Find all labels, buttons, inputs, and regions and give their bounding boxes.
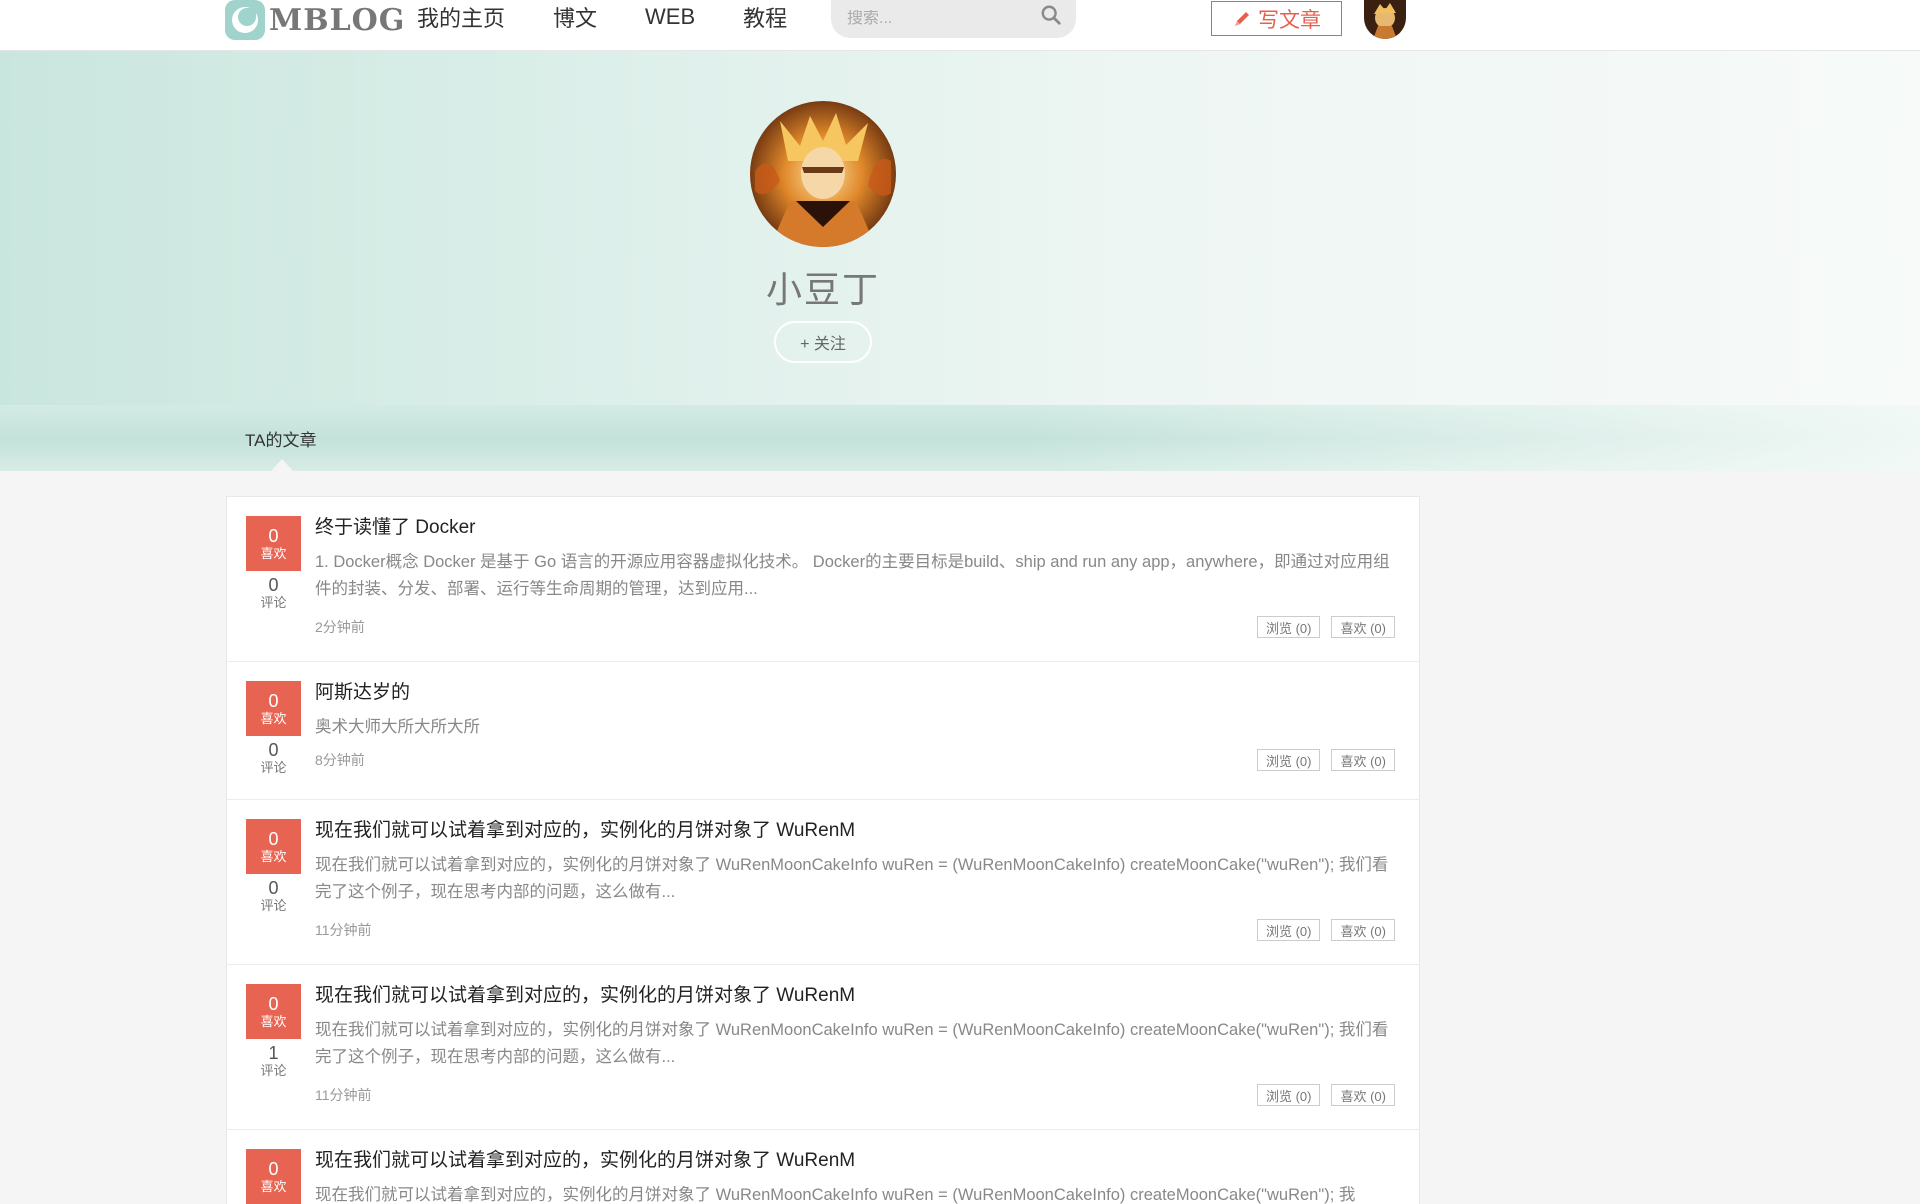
profile-banner: 小豆丁 + 关注 (0, 51, 1920, 405)
post-body: 现在我们就可以试着拿到对应的，实例化的月饼对象了 WuRenM 现在我们就可以试… (315, 965, 1419, 1109)
post-actions: 浏览 (0) 喜欢 (0) (1256, 749, 1395, 771)
top-header: MBLOG 我的主页 博文 WEB 教程 写文章 (0, 0, 1920, 51)
post-body: 现在我们就可以试着拿到对应的，实例化的月饼对象了 WuRenM 现在我们就可以试… (315, 800, 1419, 944)
post-item: 0 喜欢 0 评论 阿斯达岁的 奥术大师大所大所大所 8分钟前 浏览 (0) 喜… (227, 662, 1419, 800)
comments-label: 评论 (260, 1063, 287, 1078)
comments-count: 0 (268, 878, 279, 898)
comments-count: 1 (268, 1043, 279, 1063)
post-title[interactable]: 阿斯达岁的 (315, 679, 1395, 707)
views-chip[interactable]: 浏览 (0) (1256, 1084, 1321, 1106)
profile-name: 小豆丁 (765, 269, 880, 310)
comments-count: 0 (268, 740, 279, 760)
comments-count: 0 (268, 575, 279, 595)
post-title[interactable]: 现在我们就可以试着拿到对应的，实例化的月饼对象了 WuRenM (315, 817, 1395, 845)
likes-label: 喜欢 (260, 848, 287, 864)
likes-label: 喜欢 (260, 710, 287, 726)
likes-count: 0 (268, 993, 279, 1014)
post-stats: 0 喜欢 (246, 1149, 301, 1204)
post-meta: 11分钟前 浏览 (0) 喜欢 (0) (315, 916, 1395, 944)
likes-count: 0 (268, 525, 279, 546)
likes-chip[interactable]: 喜欢 (0) (1331, 1084, 1395, 1106)
main-nav: 我的主页 博文 WEB 教程 (417, 0, 835, 34)
write-article-button[interactable]: 写文章 (1211, 1, 1342, 36)
post-body: 阿斯达岁的 奥术大师大所大所大所 8分钟前 浏览 (0) 喜欢 (0) (315, 662, 1419, 774)
search-input[interactable] (831, 10, 1036, 28)
post-time: 8分钟前 (315, 752, 365, 768)
like-counter[interactable]: 0 喜欢 (246, 984, 301, 1039)
likes-chip[interactable]: 喜欢 (0) (1331, 749, 1395, 771)
active-tab-caret (271, 459, 293, 471)
post-actions: 浏览 (0) 喜欢 (0) (1256, 919, 1395, 941)
views-chip[interactable]: 浏览 (0) (1256, 749, 1321, 771)
post-meta: 8分钟前 浏览 (0) 喜欢 (0) (315, 746, 1395, 774)
pencil-icon (1235, 11, 1249, 26)
follow-button[interactable]: + 关注 (774, 321, 872, 363)
post-body: 现在我们就可以试着拿到对应的，实例化的月饼对象了 WuRenM 现在我们就可以试… (315, 1130, 1419, 1204)
post-summary: 现在我们就可以试着拿到对应的，实例化的月饼对象了 WuRenMoonCakeIn… (315, 1021, 1389, 1066)
nav-tutorials[interactable]: 教程 (743, 1, 787, 33)
post-body: 终于读懂了 Docker 1. Docker概念 Docker 是基于 Go 语… (315, 497, 1419, 641)
likes-chip[interactable]: 喜欢 (0) (1331, 919, 1395, 941)
post-item: 0 喜欢 0 评论 终于读懂了 Docker 1. Docker概念 Docke… (227, 497, 1419, 662)
like-counter[interactable]: 0 喜欢 (246, 681, 301, 736)
nav-web[interactable]: WEB (645, 4, 695, 30)
profile-avatar-image (750, 101, 896, 247)
likes-label: 喜欢 (260, 545, 287, 561)
post-summary: 现在我们就可以试着拿到对应的，实例化的月饼对象了 WuRenMoonCakeIn… (315, 1186, 1356, 1204)
post-time: 11分钟前 (315, 1087, 372, 1103)
post-title[interactable]: 现在我们就可以试着拿到对应的，实例化的月饼对象了 WuRenM (315, 982, 1395, 1010)
search-box (831, 0, 1076, 38)
likes-label: 喜欢 (260, 1013, 287, 1029)
post-list: 0 喜欢 0 评论 终于读懂了 Docker 1. Docker概念 Docke… (226, 496, 1420, 1204)
views-chip[interactable]: 浏览 (0) (1256, 919, 1321, 941)
search-icon[interactable] (1040, 4, 1062, 26)
post-summary: 现在我们就可以试着拿到对应的，实例化的月饼对象了 WuRenMoonCakeIn… (315, 856, 1389, 901)
likes-count: 0 (268, 1158, 279, 1179)
post-summary: 奥术大师大所大所大所 (315, 718, 480, 736)
profile-avatar (750, 101, 896, 247)
post-time: 2分钟前 (315, 619, 365, 635)
site-logo[interactable]: MBLOG (225, 0, 405, 40)
post-item: 0 喜欢 0 评论 现在我们就可以试着拿到对应的，实例化的月饼对象了 WuRen… (227, 800, 1419, 965)
logo-icon (225, 0, 265, 40)
write-article-label: 写文章 (1258, 8, 1321, 32)
comments-label: 评论 (260, 760, 287, 775)
post-actions: 浏览 (0) 喜欢 (0) (1256, 1084, 1395, 1106)
post-stats: 0 喜欢 0 评论 (246, 819, 301, 914)
user-avatar[interactable] (1364, 0, 1406, 39)
likes-chip[interactable]: 喜欢 (0) (1331, 616, 1395, 638)
post-meta: 11分钟前 浏览 (0) 喜欢 (0) (315, 1081, 1395, 1109)
likes-count: 0 (268, 828, 279, 849)
logo-text: MBLOG (269, 2, 406, 38)
likes-label: 喜欢 (260, 1178, 287, 1194)
comments-label: 评论 (260, 898, 287, 913)
comments-label: 评论 (260, 595, 287, 610)
post-time: 11分钟前 (315, 922, 372, 938)
like-counter[interactable]: 0 喜欢 (246, 516, 301, 571)
like-counter[interactable]: 0 喜欢 (246, 819, 301, 874)
post-actions: 浏览 (0) 喜欢 (0) (1256, 616, 1395, 638)
post-summary: 1. Docker概念 Docker 是基于 Go 语言的开源应用容器虚拟化技术… (315, 553, 1390, 598)
avatar-image (1364, 0, 1406, 39)
post-item: 0 喜欢 1 评论 现在我们就可以试着拿到对应的，实例化的月饼对象了 WuRen… (227, 965, 1419, 1130)
likes-count: 0 (268, 690, 279, 711)
post-meta: 2分钟前 浏览 (0) 喜欢 (0) (315, 613, 1395, 641)
post-item: 0 喜欢 现在我们就可以试着拿到对应的，实例化的月饼对象了 WuRenM 现在我… (227, 1130, 1419, 1204)
views-chip[interactable]: 浏览 (0) (1256, 616, 1321, 638)
post-title[interactable]: 终于读懂了 Docker (315, 514, 1395, 542)
post-title[interactable]: 现在我们就可以试着拿到对应的，实例化的月饼对象了 WuRenM (315, 1147, 1395, 1175)
post-stats: 0 喜欢 1 评论 (246, 984, 301, 1079)
post-stats: 0 喜欢 0 评论 (246, 681, 301, 776)
nav-posts[interactable]: 博文 (553, 1, 597, 33)
nav-my-home[interactable]: 我的主页 (417, 1, 505, 33)
like-counter[interactable]: 0 喜欢 (246, 1149, 301, 1204)
post-stats: 0 喜欢 0 评论 (246, 516, 301, 611)
